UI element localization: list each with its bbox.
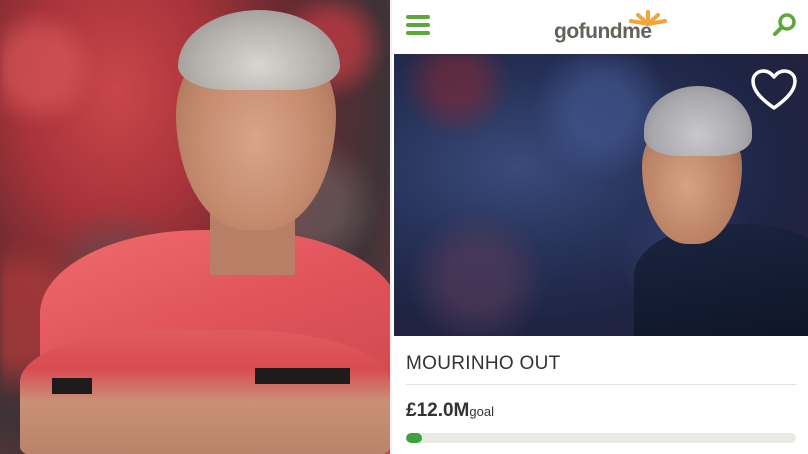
heart-outline-icon[interactable] — [750, 68, 798, 112]
gofundme-mobile-page: gofundme MOURINHO OUT £12.0Mgoal — [390, 0, 808, 454]
goal-label: goal — [469, 404, 494, 419]
logo-text-prefix: gofund — [554, 20, 623, 43]
gofundme-logo[interactable]: gofundme — [552, 10, 672, 44]
hamburger-menu-icon[interactable] — [406, 15, 430, 35]
campaign-title: MOURINHO OUT — [406, 353, 561, 374]
search-icon[interactable] — [772, 12, 798, 38]
photo-sleeve-band-left — [52, 378, 92, 394]
photo-sleeve-band-right — [255, 368, 350, 384]
campaign-goal: £12.0Mgoal — [406, 400, 494, 422]
divider — [406, 384, 796, 385]
left-photo-man-arms-crossed — [0, 0, 390, 454]
goal-amount: £12.0M — [406, 400, 470, 421]
hero-dark-coat — [634, 224, 808, 336]
funding-progress-bar — [406, 433, 796, 443]
funding-progress-fill — [406, 433, 422, 443]
top-navigation-bar: gofundme — [392, 0, 808, 52]
sun-rays-icon — [629, 10, 667, 26]
campaign-hero-image — [394, 54, 808, 336]
